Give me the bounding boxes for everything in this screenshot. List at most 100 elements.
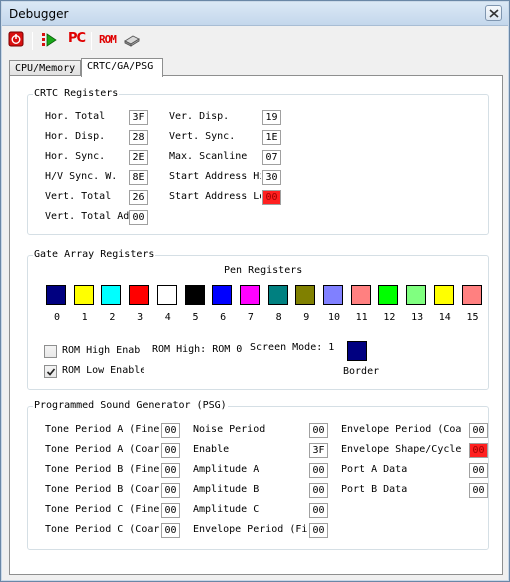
psg-register-value[interactable]: 00 <box>161 423 180 438</box>
pen-number: 12 <box>383 312 396 323</box>
toolbar-separator <box>91 32 92 50</box>
pen-swatch <box>129 285 150 305</box>
debugger-window: Debugger PC ROM CPU/Memory CRTC/GA/PSG C… <box>0 0 510 582</box>
crtc-register-value[interactable]: 00 <box>262 190 281 205</box>
pen-number: 9 <box>303 312 310 323</box>
psg-register-value[interactable]: 00 <box>469 423 488 438</box>
crtc-register-value[interactable]: 19 <box>262 110 281 125</box>
psg-register-value[interactable]: 00 <box>309 503 328 518</box>
crtc-register-label: Vert. Total <box>45 191 112 202</box>
crtc-register-label: H/V Sync. W. <box>45 171 118 182</box>
rom-high-checkbox[interactable] <box>44 345 57 358</box>
psg-register-value[interactable]: 00 <box>469 463 488 478</box>
psg-title: Programmed Sound Generator (PSG) <box>33 400 228 411</box>
psg-register-value[interactable]: 00 <box>309 483 328 498</box>
pen-number: 3 <box>137 312 144 323</box>
psg-register-value[interactable]: 00 <box>161 483 180 498</box>
crtc-register-label: Hor. Disp. <box>45 131 106 142</box>
crtc-register-value[interactable]: 2E <box>129 150 148 165</box>
psg-register-label: Tone Period C (Fine) <box>45 504 160 515</box>
psg-register-value[interactable]: 00 <box>161 523 180 538</box>
pen-swatch <box>461 285 482 305</box>
gate-array-group: Gate Array Registers Pen Registers 01234… <box>27 249 489 390</box>
tab-cpu-memory[interactable]: CPU/Memory <box>9 60 81 76</box>
rom-low-checkbox[interactable] <box>44 365 57 378</box>
crtc-register-value[interactable]: 8E <box>129 170 148 185</box>
border-label: Border <box>343 366 380 377</box>
pen-number: 13 <box>411 312 424 323</box>
close-button[interactable] <box>485 5 502 21</box>
psg-register-label: Tone Period A (Coarse) <box>45 444 160 455</box>
psg-register-value[interactable]: 00 <box>161 443 180 458</box>
cartridge-icon <box>124 35 140 47</box>
rom-high-label: ROM High Enabled <box>62 345 140 356</box>
psg-register-value[interactable]: 00 <box>161 463 180 478</box>
pen-swatch <box>239 285 260 305</box>
psg-register-label: Enable <box>193 444 230 455</box>
pen-number: 11 <box>355 312 368 323</box>
pen-registers-title: Pen Registers <box>224 265 303 276</box>
psg-register-value[interactable]: 00 <box>309 463 328 478</box>
psg-register-label: Tone Period B (Fine) <box>45 464 160 475</box>
crtc-register-value[interactable]: 30 <box>262 170 281 185</box>
psg-register-value[interactable]: 00 <box>469 443 488 458</box>
psg-register-label: Tone Period B (Coarse) <box>45 484 160 495</box>
rom-low-label: ROM Low Enabled <box>62 365 144 376</box>
crtc-register-label: Max. Scanline <box>169 151 248 162</box>
psg-register-label: Port B Data <box>341 484 408 495</box>
pen-number: 4 <box>164 312 171 323</box>
crtc-register-value[interactable]: 26 <box>129 190 148 205</box>
psg-register-label: Envelope Shape/Cycle <box>341 444 461 455</box>
step-button[interactable] <box>40 31 58 51</box>
cartridge-button[interactable] <box>123 31 141 51</box>
psg-register-value[interactable]: 00 <box>309 423 328 438</box>
pen-number: 7 <box>247 312 254 323</box>
psg-register-label: Tone Period A (Fine) <box>45 424 160 435</box>
crtc-register-value[interactable]: 28 <box>129 130 148 145</box>
crtc-register-value[interactable]: 00 <box>129 210 148 225</box>
pen-swatch <box>184 285 205 305</box>
pen-swatch <box>46 285 66 305</box>
crtc-title: CRTC Registers <box>33 88 120 99</box>
pen-number: 0 <box>53 312 61 323</box>
title-bar[interactable]: Debugger <box>2 2 508 26</box>
psg-register-label: Envelope Period (Fine) <box>193 524 308 535</box>
border-color-swatch <box>347 341 367 361</box>
crtc-register-value[interactable]: 07 <box>262 150 281 165</box>
crtc-register-value[interactable]: 3F <box>129 110 148 125</box>
crtc-register-label: Vert. Total Adj. <box>45 211 129 222</box>
crtc-register-label: Start Address Low <box>169 191 261 202</box>
crtc-register-value[interactable]: 1E <box>262 130 281 145</box>
pen-number: 15 <box>466 312 479 323</box>
pen-swatch <box>295 285 316 305</box>
tab-label: CRTC/GA/PSG <box>87 61 154 72</box>
psg-register-value[interactable]: 00 <box>469 483 488 498</box>
step-icon <box>42 33 57 47</box>
pen-swatch <box>267 285 288 305</box>
pen-swatch <box>156 285 177 305</box>
psg-register-label: Amplitude A <box>193 464 260 475</box>
pen-number: 14 <box>438 312 451 323</box>
pen-swatch <box>378 285 399 305</box>
psg-register-label: Tone Period C (Coarse) <box>45 524 160 535</box>
crtc-group: CRTC Registers Hor. Total 3F Hor. Disp. 28 H… <box>27 88 489 235</box>
rom-high-value: ROM High: ROM 0 <box>152 344 243 355</box>
tab-crtc-ga-psg[interactable]: CRTC/GA/PSG <box>81 58 163 77</box>
psg-register-label: Amplitude B <box>193 484 260 495</box>
pen-swatch <box>433 285 454 305</box>
power-icon <box>8 31 24 47</box>
toolbar: PC ROM <box>2 27 508 55</box>
tab-panel: CRTC Registers Hor. Total 3F Hor. Disp. 28 H… <box>9 75 503 575</box>
crtc-register-label: Hor. Total <box>45 111 106 122</box>
pen-swatch <box>323 285 343 305</box>
crtc-register-label: Hor. Sync. <box>45 151 106 162</box>
power-button[interactable] <box>8 31 26 51</box>
pen-swatch <box>406 285 427 305</box>
psg-register-value[interactable]: 3F <box>309 443 328 458</box>
psg-register-value[interactable]: 00 <box>161 503 180 518</box>
pen-swatch <box>350 285 371 305</box>
checkmark-icon <box>46 368 56 376</box>
psg-register-value[interactable]: 00 <box>309 523 328 538</box>
pen-number: 6 <box>220 312 227 323</box>
psg-register-label: Noise Period <box>193 424 266 435</box>
